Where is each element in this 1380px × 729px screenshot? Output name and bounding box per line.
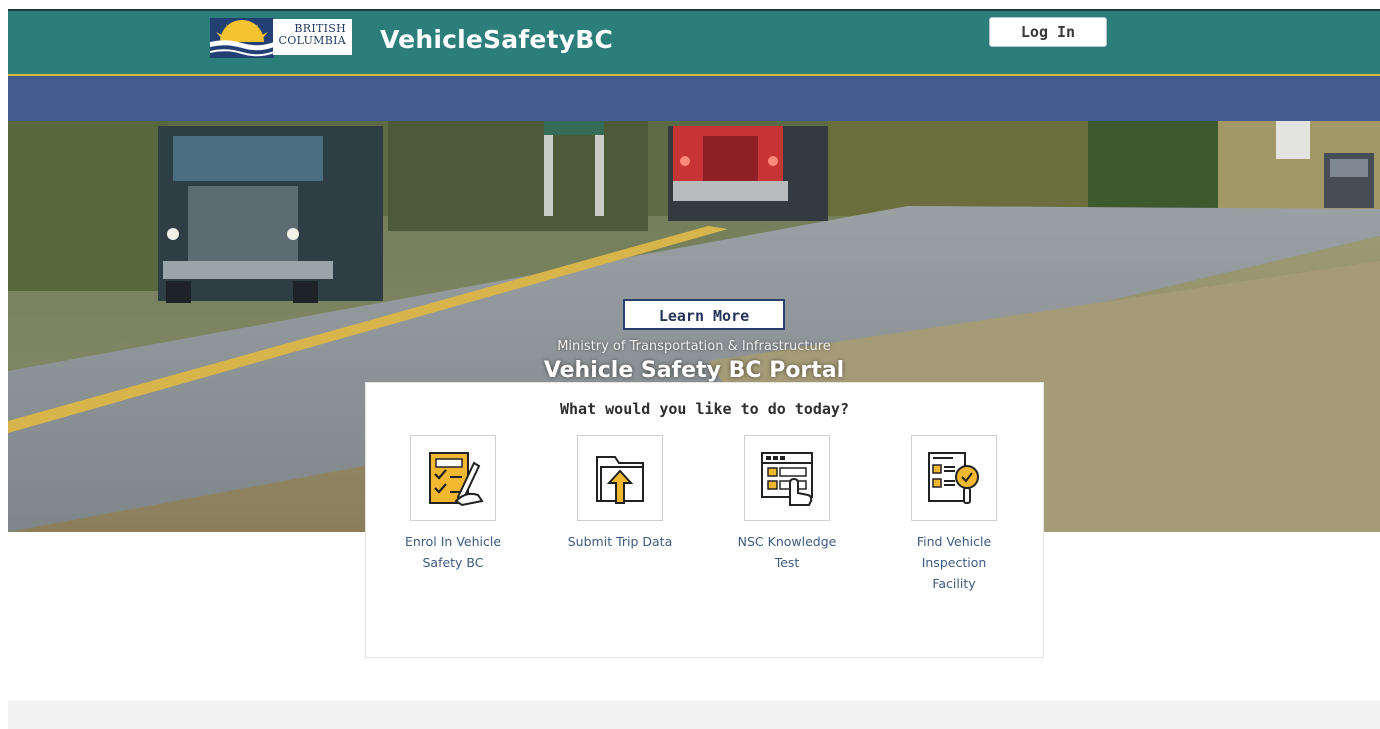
actions-panel: What would you like to do today? Enrol I… xyxy=(365,382,1044,658)
action-nsc-knowledge-test[interactable]: NSC Knowledge Test xyxy=(732,435,842,573)
site-title[interactable]: VehicleSafetyBC xyxy=(380,25,613,54)
hero-subtitle: Ministry of Transportation & Infrastruct… xyxy=(557,339,831,354)
upload-folder-icon xyxy=(596,456,644,504)
bc-logo-wordmark: BRITISH COLUMBIA xyxy=(273,19,352,55)
action-submit-trip-label[interactable]: Submit Trip Data xyxy=(565,531,675,552)
login-button[interactable]: Log In xyxy=(989,17,1107,47)
enrol-icon-box[interactable] xyxy=(410,435,496,521)
distant-car xyxy=(1324,153,1374,208)
action-inspection-label[interactable]: Find Vehicle Inspection Facility xyxy=(899,531,1009,594)
enrol-form-icon xyxy=(429,452,484,507)
nsc-test-icon-box[interactable] xyxy=(744,435,830,521)
inspection-search-icon xyxy=(928,452,979,504)
action-enrol[interactable]: Enrol In Vehicle Safety BC xyxy=(398,435,508,573)
main-navigation-bar xyxy=(8,76,1380,121)
bc-sun-logo-icon xyxy=(210,18,274,58)
bc-gov-logo[interactable]: BRITISH COLUMBIA xyxy=(210,18,352,58)
learn-more-button[interactable]: Learn More xyxy=(623,299,785,330)
inspection-icon-box[interactable] xyxy=(911,435,997,521)
action-enrol-label[interactable]: Enrol In Vehicle Safety BC xyxy=(398,531,508,573)
action-nsc-test-label[interactable]: NSC Knowledge Test xyxy=(732,531,842,573)
action-submit-trip-data[interactable]: Submit Trip Data xyxy=(565,435,675,552)
bc-logo-line2: COLUMBIA xyxy=(278,34,346,47)
red-truck xyxy=(668,126,828,221)
online-test-icon xyxy=(761,452,813,506)
footer-band xyxy=(8,701,1380,729)
action-find-inspection-facility[interactable]: Find Vehicle Inspection Facility xyxy=(899,435,1009,594)
actions-heading: What would you like to do today? xyxy=(560,400,849,418)
top-border xyxy=(0,0,1380,9)
hero-title: Vehicle Safety BC Portal xyxy=(543,358,845,383)
blue-truck xyxy=(158,126,383,303)
submit-trip-icon-box[interactable] xyxy=(577,435,663,521)
